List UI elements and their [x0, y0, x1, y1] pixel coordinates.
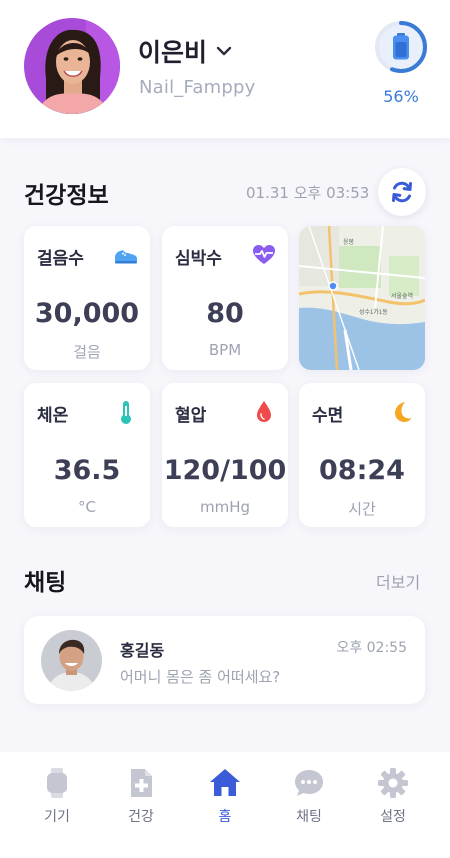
chat-list-item[interactable]: 홍길동 오후 02:55 어머니 몸은 좀 어떠세요?: [24, 616, 425, 704]
health-updated-time: 01.31 오후 03:53: [246, 184, 370, 202]
steps-label: 걸음수: [37, 249, 84, 269]
user-name: 이은비: [138, 38, 208, 67]
battery-icon: [393, 33, 409, 60]
blood-pressure-unit: mmHg: [199, 498, 251, 516]
nav-health[interactable]: 건강: [99, 766, 183, 826]
map-label-0: 응봉: [343, 238, 355, 246]
chat-bubble-icon: [295, 770, 323, 796]
sleep-card[interactable]: 수면 08:24 시간: [299, 383, 425, 527]
gear-icon: [378, 768, 408, 798]
nav-settings[interactable]: 설정: [351, 766, 435, 826]
shoe-icon: [115, 250, 137, 264]
chat-more-link[interactable]: 더보기: [376, 569, 420, 593]
steps-value: 30,000: [34, 298, 140, 329]
thermometer-icon: [121, 401, 131, 424]
battery-indicator[interactable]: [374, 20, 428, 74]
battery-percent: 56%: [383, 87, 419, 106]
watch-icon: [47, 768, 67, 798]
location-marker-icon: [328, 281, 338, 291]
nav-home-label: 홈: [218, 809, 232, 825]
health-section-title: 건강정보: [24, 183, 109, 209]
nav-settings-label: 설정: [380, 809, 406, 825]
sleep-label: 수면: [312, 406, 344, 426]
sleep-unit: 시간: [348, 500, 376, 518]
user-name-dropdown[interactable]: 이은비: [138, 33, 233, 69]
username: Nail_Famppy: [139, 77, 256, 98]
chevron-down-icon: [216, 46, 232, 56]
heart-rate-label: 심박수: [175, 249, 222, 269]
temperature-label: 체온: [37, 406, 69, 426]
blood-pressure-label: 혈압: [175, 406, 207, 426]
temperature-card[interactable]: 체온 36.5 °C: [24, 383, 150, 527]
steps-unit: 걸음: [73, 343, 101, 361]
nav-device-label: 기기: [44, 809, 70, 825]
map-label-1: 서울숲역: [391, 292, 413, 300]
sleep-value: 08:24: [319, 455, 405, 486]
nav-health-label: 건강: [128, 809, 154, 825]
map-label-2: 성수1가1동: [359, 308, 388, 316]
temperature-value: 36.5: [53, 455, 121, 486]
nav-chat-label: 채팅: [296, 809, 322, 825]
chat-sender-name: 홍길동: [120, 641, 165, 660]
chat-message-preview: 어머니 몸은 좀 어떠세요?: [120, 668, 281, 686]
chat-section-title: 채팅: [24, 570, 67, 596]
nav-chat[interactable]: 채팅: [267, 766, 351, 826]
avatar[interactable]: [24, 18, 120, 114]
medical-icon: [131, 769, 152, 797]
blood-pressure-card[interactable]: 혈압 120/100 mmHg: [162, 383, 288, 527]
blood-drop-icon: [257, 401, 271, 422]
chat-avatar: [41, 630, 102, 691]
heart-rate-card[interactable]: 심박수 80 BPM: [162, 226, 288, 370]
heart-rate-value: 80: [206, 298, 244, 329]
nav-home[interactable]: 홈: [183, 766, 267, 826]
heartbeat-icon: [253, 245, 275, 264]
home-icon: [210, 769, 240, 796]
heart-rate-unit: BPM: [208, 341, 242, 359]
location-map[interactable]: 응봉 서울숲역 성수1가1동: [299, 226, 425, 370]
moon-icon: [395, 402, 412, 422]
steps-card[interactable]: 걸음수 30,000 걸음: [24, 226, 150, 370]
bottom-nav: 기기 건강 홈 채팅 설정: [0, 752, 450, 858]
temperature-unit: °C: [78, 498, 96, 516]
nav-device[interactable]: 기기: [15, 766, 99, 826]
refresh-icon: [392, 181, 412, 203]
profile-header: 이은비 Nail_Famppy 56%: [0, 0, 450, 138]
blood-pressure-value: 120/100: [163, 455, 287, 486]
chat-time: 오후 02:55: [336, 640, 407, 656]
refresh-button[interactable]: [378, 168, 426, 216]
